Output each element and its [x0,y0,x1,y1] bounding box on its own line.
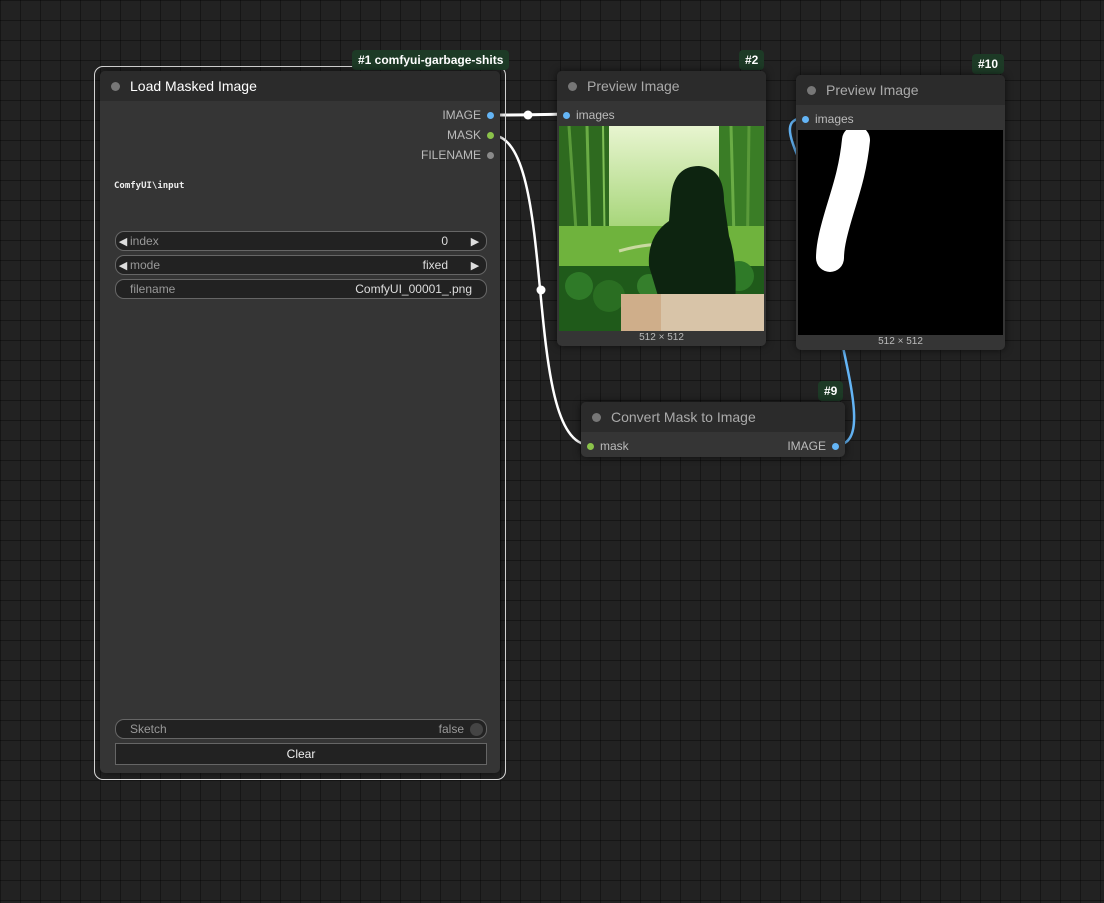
input-label: images [576,108,615,122]
output-label: IMAGE [787,439,826,453]
path-label: ComfyUI\input [114,181,185,191]
collapse-dot-icon[interactable] [807,85,816,95]
mode-widget[interactable]: ◀ mode fixed ▶ [115,255,487,275]
widget-value: ComfyUI_00001_.png [355,282,472,296]
output-image[interactable]: IMAGE [787,439,839,453]
node-title-bar[interactable]: Preview Image [796,75,1005,105]
input-images[interactable]: images [563,108,615,122]
output-image[interactable]: IMAGE [442,108,494,122]
node-title-bar[interactable]: Load Masked Image [100,71,500,101]
output-filename[interactable]: FILENAME [421,148,494,162]
node-id-badge: #2 [739,50,765,70]
node-title: Load Masked Image [130,78,257,94]
collapse-dot-icon[interactable] [111,81,120,91]
forest-image-with-masked-region [559,126,764,331]
preview-image [559,126,764,331]
node-title: Preview Image [826,82,919,98]
node-title: Preview Image [587,78,680,94]
increment-arrow-icon[interactable]: ▶ [468,235,482,248]
mask-stroke [816,130,870,272]
input-pin-icon[interactable] [563,111,570,119]
previous-option-icon[interactable]: ◀ [116,259,130,272]
widget-value: fixed [422,258,448,272]
input-mask[interactable]: mask [587,439,629,453]
widget-label: filename [130,282,176,296]
index-widget[interactable]: ◀ index 0 ▶ [115,231,487,251]
output-label: FILENAME [420,148,481,162]
next-option-icon[interactable]: ▶ [468,259,482,272]
node-id-badge: #9 [818,381,844,401]
widget-label: mode [130,258,161,272]
node-id-badge: #1 comfyui-garbage-shits [352,50,510,70]
output-label: MASK [446,128,481,142]
input-images[interactable]: images [802,112,854,126]
node-title-bar[interactable]: Convert Mask to Image [581,402,845,432]
preview-image-node[interactable]: Preview Image images 512 × 512 [796,75,1005,350]
sketch-toggle[interactable]: Sketch false [115,719,487,739]
input-label: images [815,112,854,126]
clear-button[interactable]: Clear [115,743,487,765]
input-label: mask [600,439,629,453]
output-mask[interactable]: MASK [447,128,494,142]
link-midpoint[interactable] [536,285,546,295]
mask-preview-image [798,130,1003,335]
collapse-dot-icon[interactable] [568,81,577,91]
output-pin-icon[interactable] [832,442,839,450]
node-title-bar[interactable]: Preview Image [557,71,766,101]
output-pin-icon[interactable] [487,151,494,159]
widget-label: index [130,234,159,248]
preview-image-node[interactable]: Preview Image images 512 × 512 [557,71,766,346]
decrement-arrow-icon[interactable]: ◀ [116,235,130,248]
toggle-knob-icon[interactable] [470,722,483,736]
widget-value: false [438,722,464,736]
load-masked-image-node[interactable]: Load Masked Image IMAGE MASK FILENAME Co… [100,71,500,773]
output-pin-icon[interactable] [487,111,494,119]
link-midpoint[interactable] [523,110,533,120]
image-size-label: 512 × 512 [878,336,923,347]
output-label: IMAGE [442,108,481,122]
node-title: Convert Mask to Image [611,409,756,425]
widget-value: 0 [441,234,448,248]
node-id-badge: #10 [972,54,1005,74]
output-pin-icon[interactable] [487,131,494,139]
convert-mask-to-image-node[interactable]: Convert Mask to Image mask IMAGE [581,402,845,457]
input-pin-icon[interactable] [587,442,594,450]
image-size-label: 512 × 512 [639,332,684,343]
widget-label: Sketch [130,722,167,736]
filename-widget[interactable]: filename ComfyUI_00001_.png [115,279,487,299]
collapse-dot-icon[interactable] [592,412,601,422]
input-pin-icon[interactable] [802,115,809,123]
